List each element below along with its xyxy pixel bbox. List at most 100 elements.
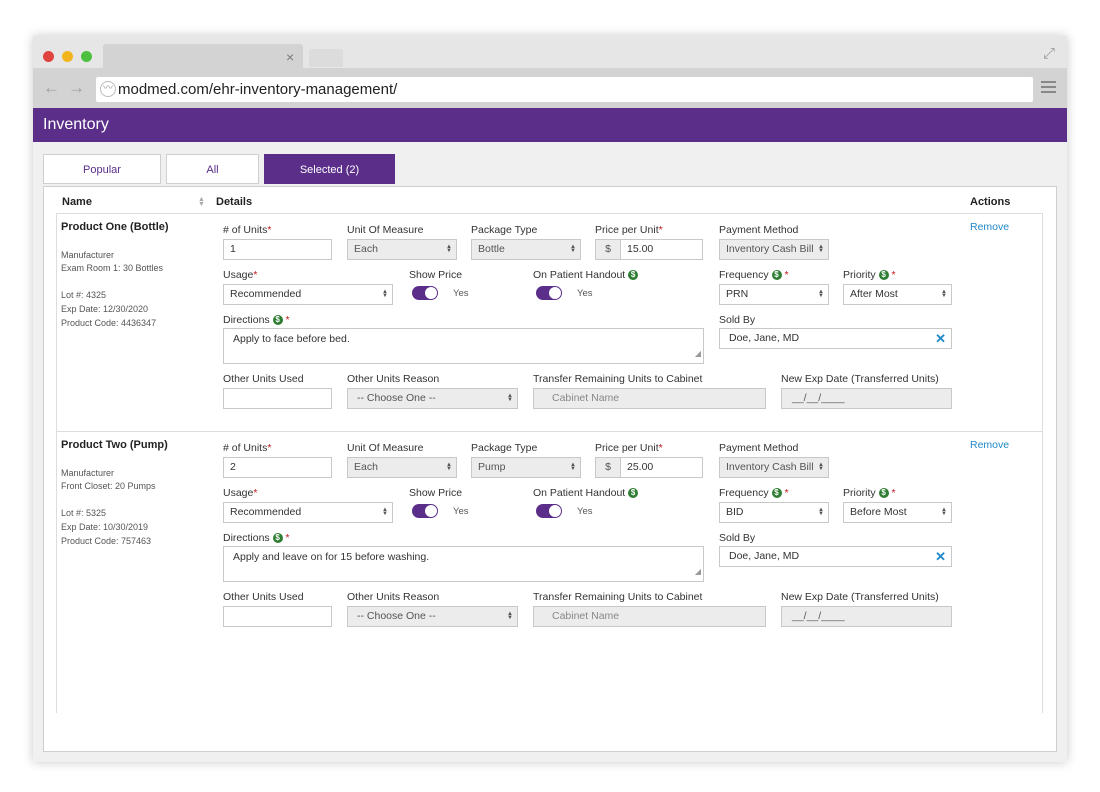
units-input[interactable]: 1 (223, 239, 332, 260)
show-price-toggle[interactable] (412, 504, 438, 518)
show-price-label: Show Price (409, 269, 463, 281)
other-units-input[interactable] (223, 388, 332, 409)
clear-icon[interactable]: ✕ (935, 332, 946, 346)
show-price-value: Yes (453, 288, 469, 299)
handout-label: On Patient Handout $ (533, 487, 639, 499)
priority-label: Priority $ * (843, 487, 896, 499)
maximize-window-dot[interactable] (81, 51, 92, 62)
show-price-label: Show Price (409, 487, 463, 499)
priority-label: Priority $ * (843, 269, 896, 281)
transfer-label: Transfer Remaining Units to Cabinet (533, 591, 703, 603)
browser-window: × ⤢ ← → 〰 modmed.com/ehr-inventory-manag… (33, 36, 1067, 762)
currency-prefix: $ (595, 457, 621, 478)
clear-icon[interactable]: ✕ (935, 550, 946, 564)
package-select[interactable]: Bottle ▲ ▼ (471, 239, 581, 260)
remove-link[interactable]: Remove (970, 439, 1009, 451)
sort-icon[interactable]: ▲ ▼ (198, 196, 205, 208)
handout-label: On Patient Handout $ (533, 269, 639, 281)
column-header-actions: Actions (970, 196, 1011, 208)
url-input[interactable]: 〰 modmed.com/ehr-inventory-management/ (96, 77, 1033, 102)
sold-by-label: Sold By (719, 532, 756, 544)
price-input[interactable]: 15.00 (620, 239, 703, 260)
select-arrow-icon: ▲ ▼ (818, 289, 824, 299)
handout-value: Yes (577, 506, 593, 517)
units-input[interactable]: 2 (223, 457, 332, 478)
other-reason-select[interactable]: -- Choose One -- ▲ ▼ (347, 606, 518, 627)
uom-select[interactable]: Each ▲ ▼ (347, 239, 457, 260)
resize-handle-icon[interactable]: ◢ (695, 346, 701, 362)
tab-all[interactable]: All (166, 154, 259, 184)
money-icon: $ (771, 270, 782, 280)
uom-select[interactable]: Each ▲ ▼ (347, 457, 457, 478)
package-label: Package Type (471, 442, 538, 454)
payment-select[interactable]: Inventory Cash Bill ▲ ▼ (719, 457, 829, 478)
payment-select[interactable]: Inventory Cash Bill ▲ ▼ (719, 239, 829, 260)
priority-select[interactable]: Before Most ▲ ▼ (843, 502, 952, 523)
other-units-label: Other Units Used (223, 591, 304, 603)
column-header-name[interactable]: Name (62, 196, 92, 208)
tab-selected[interactable]: Selected (2) (264, 154, 395, 184)
other-reason-select[interactable]: -- Choose One -- ▲ ▼ (347, 388, 518, 409)
handout-value: Yes (577, 288, 593, 299)
new-tab-button[interactable] (309, 49, 343, 67)
cabinet-input[interactable]: Cabinet Name (533, 388, 766, 409)
select-arrow-icon: ▲ ▼ (507, 393, 513, 403)
select-arrow-icon: ▲ ▼ (446, 244, 452, 254)
minimize-window-dot[interactable] (62, 51, 73, 62)
sold-by-input[interactable]: Doe, Jane, MD ✕ (719, 328, 952, 349)
directions-label: Directions $ * (223, 314, 290, 326)
url-text: modmed.com/ehr-inventory-management/ (118, 81, 398, 98)
select-arrow-icon: ▲ ▼ (382, 507, 388, 517)
usage-label: Usage* (223, 487, 258, 499)
uom-label: Unit Of Measure (347, 442, 424, 454)
other-units-input[interactable] (223, 606, 332, 627)
resize-handle-icon[interactable]: ◢ (695, 564, 701, 580)
price-input[interactable]: 25.00 (620, 457, 703, 478)
back-arrow-icon[interactable]: ← (43, 79, 60, 97)
product-row: Product One (Bottle) Manufacturer Exam R… (56, 213, 1043, 431)
browser-menu-icon[interactable] (1041, 81, 1056, 96)
tab-close-icon[interactable]: × (286, 50, 294, 64)
browser-tab[interactable] (103, 44, 303, 70)
show-price-value: Yes (453, 506, 469, 517)
product-name: Product Two (Pump) (61, 439, 168, 451)
priority-select[interactable]: After Most ▲ ▼ (843, 284, 952, 305)
units-label: # of Units* (223, 224, 272, 236)
new-exp-input[interactable]: __/__/____ (781, 606, 952, 627)
expand-icon[interactable]: ⤢ (1043, 45, 1055, 62)
payment-label: Payment Method (719, 442, 799, 454)
select-arrow-icon: ▲ ▼ (382, 289, 388, 299)
frequency-label: Frequency $ * (719, 487, 789, 499)
product-manufacturer: Manufacturer (61, 468, 115, 478)
browser-titlebar: × ⤢ (33, 36, 1067, 70)
close-window-dot[interactable] (43, 51, 54, 62)
app-header: Inventory (33, 108, 1067, 142)
usage-select[interactable]: Recommended ▲ ▼ (223, 502, 393, 523)
handout-toggle[interactable] (536, 504, 562, 518)
money-icon: $ (628, 488, 639, 498)
cabinet-input[interactable]: Cabinet Name (533, 606, 766, 627)
handout-toggle[interactable] (536, 286, 562, 300)
site-icon: 〰 (100, 81, 116, 97)
frequency-select[interactable]: PRN ▲ ▼ (719, 284, 829, 305)
sold-by-label: Sold By (719, 314, 756, 326)
new-exp-input[interactable]: __/__/____ (781, 388, 952, 409)
select-arrow-icon: ▲ ▼ (446, 462, 452, 472)
tab-popular[interactable]: Popular (43, 154, 161, 184)
select-arrow-icon: ▲ ▼ (570, 244, 576, 254)
product-name: Product One (Bottle) (61, 221, 169, 233)
package-select[interactable]: Pump ▲ ▼ (471, 457, 581, 478)
sold-by-input[interactable]: Doe, Jane, MD ✕ (719, 546, 952, 567)
forward-arrow-icon[interactable]: → (68, 79, 85, 97)
directions-label: Directions $ * (223, 532, 290, 544)
select-arrow-icon: ▲ ▼ (570, 462, 576, 472)
directions-textarea[interactable]: Apply and leave on for 15 before washing… (223, 546, 704, 582)
directions-textarea[interactable]: Apply to face before bed. ◢ (223, 328, 704, 364)
usage-select[interactable]: Recommended ▲ ▼ (223, 284, 393, 305)
select-arrow-icon: ▲ ▼ (507, 611, 513, 621)
remove-link[interactable]: Remove (970, 221, 1009, 233)
frequency-label: Frequency $ * (719, 269, 789, 281)
product-exp-date: Exp Date: 10/30/2019 (61, 522, 149, 532)
show-price-toggle[interactable] (412, 286, 438, 300)
frequency-select[interactable]: BID ▲ ▼ (719, 502, 829, 523)
